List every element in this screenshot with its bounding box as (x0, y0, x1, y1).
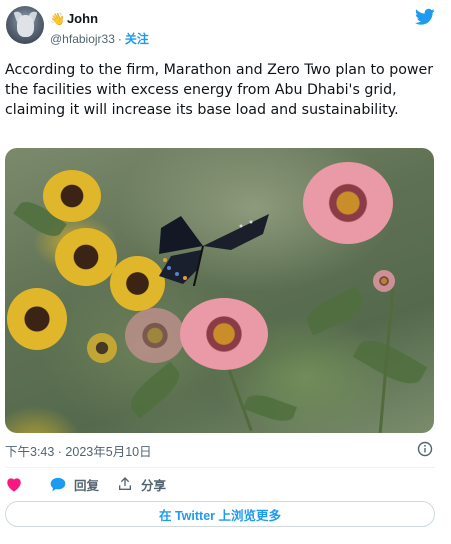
speech-bubble-icon (50, 477, 66, 491)
waving-hand-emoji: 👋 (50, 11, 65, 26)
twitter-bird-icon[interactable] (415, 8, 435, 26)
tweet-text: According to the firm, Marathon and Zero… (5, 62, 434, 118)
info-icon[interactable] (417, 441, 433, 457)
view-more-on-twitter-button[interactable]: 在 Twitter 上浏览更多 (5, 501, 435, 527)
user-handle[interactable]: @hfabiojr33 (50, 32, 115, 46)
share-upload-icon (119, 477, 131, 490)
share-button[interactable]: 分享 (117, 474, 166, 494)
butterfly-illustration (159, 214, 269, 286)
author-info: 👋 John @hfabiojr33 · 关注 (50, 10, 149, 47)
follow-link[interactable]: 关注 (125, 30, 149, 47)
handle-row: @hfabiojr33 · 关注 (50, 30, 149, 47)
separator-dot: · (117, 31, 122, 46)
share-label: 分享 (141, 478, 167, 493)
avatar[interactable] (6, 6, 44, 44)
reply-button[interactable]: 回复 (50, 474, 99, 494)
display-name[interactable]: 👋 John (50, 10, 149, 27)
tweet-header: 👋 John @hfabiojr33 · 关注 (0, 0, 451, 56)
reply-label: 回复 (74, 478, 100, 493)
tweet-card: 👋 John @hfabiojr33 · 关注 According to the… (0, 0, 451, 544)
action-bar: 回复 分享 (0, 474, 451, 494)
tweet-media-image[interactable] (5, 148, 434, 433)
tweet-timestamp[interactable]: 下午3:43 · 2023年5月10日 (5, 441, 435, 459)
divider (5, 467, 435, 468)
heart-icon (7, 477, 21, 492)
like-button[interactable] (6, 474, 30, 494)
display-name-text: John (66, 11, 99, 26)
